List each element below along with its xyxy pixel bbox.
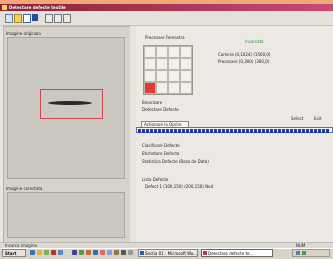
quicklaunch-icon[interactable] [37, 250, 42, 255]
grid-cell[interactable] [156, 70, 168, 82]
defect-statistics-option[interactable]: Statistica Defecte (Baza de Date) [142, 159, 209, 164]
grid-cell[interactable] [144, 46, 156, 58]
quicklaunch-icon[interactable] [128, 250, 133, 255]
grid-cell[interactable] [156, 82, 168, 94]
original-image-label: Imagine originala [6, 31, 41, 36]
app-icon [2, 5, 7, 10]
defect-mark [48, 101, 92, 105]
toolbar [0, 11, 333, 26]
copy-icon[interactable] [54, 14, 62, 23]
window-titlebar: Detectare defecte textile [0, 4, 333, 11]
detector-icon [203, 251, 207, 255]
quicklaunch-icon[interactable] [114, 250, 119, 255]
save-icon[interactable] [32, 14, 38, 21]
grid-cell[interactable] [156, 46, 168, 58]
grid-cell[interactable] [180, 82, 192, 94]
quicklaunch-icon[interactable] [30, 250, 35, 255]
quicklaunch-icon[interactable] [86, 250, 91, 255]
camera-coordinates: Camera (0,1024) (1560,0) [218, 52, 271, 57]
grid-cell[interactable] [180, 58, 192, 70]
quicklaunch-icon[interactable] [107, 250, 112, 255]
label-defects-option[interactable]: Etichetare Defecte [142, 151, 179, 156]
quicklaunch-icon[interactable] [51, 250, 56, 255]
grid-cell[interactable] [144, 58, 156, 70]
grid-cell[interactable] [168, 58, 180, 70]
quicklaunch-icon[interactable] [44, 250, 49, 255]
grid-cell[interactable] [180, 70, 192, 82]
quicklaunch-icon[interactable] [58, 250, 63, 255]
quicklaunch-icon[interactable] [72, 250, 77, 255]
progress-bar [136, 127, 333, 133]
detect-defects-option[interactable]: Detectare Defecte [142, 107, 179, 112]
tray-icon[interactable] [296, 251, 300, 255]
defect-list-row[interactable]: Defect 1 (100,150) (200,150) Nod [145, 184, 213, 189]
defect-list-title: Lista Defecte [142, 177, 169, 182]
quicklaunch-icon[interactable] [93, 250, 98, 255]
desktop-screen: Detectare defecte textile Imagine origin… [0, 4, 333, 259]
tray-icon[interactable] [302, 251, 306, 255]
select-button[interactable]: Select [291, 116, 303, 121]
processing-coordinates: Procesare (0,300) (300,0) [218, 59, 270, 64]
quicklaunch-icon[interactable] [100, 250, 105, 255]
window-grid[interactable] [143, 45, 193, 95]
classify-defects-option[interactable]: Clasificare Defecte [142, 143, 180, 148]
processing-window-title: Procesare Fereastra [145, 35, 185, 40]
taskbar-detector[interactable]: Detectare defecte te... [201, 249, 273, 257]
corrected-image-label: Imagine corectata [6, 186, 43, 191]
taskbar-detector-label: Detectare defecte te... [208, 251, 254, 256]
start-button[interactable]: Start [2, 249, 26, 257]
word-icon [140, 251, 144, 255]
system-tray [292, 249, 330, 257]
new-file-icon[interactable] [5, 14, 13, 23]
print-icon[interactable] [63, 14, 71, 23]
taskbar-word[interactable]: Sectia 01 - Microsoft Wo... [138, 249, 198, 257]
binarize-option[interactable]: Binarizare [142, 100, 162, 105]
window-title: Detectare defecte textile [9, 5, 66, 10]
grid-cell[interactable] [168, 82, 180, 94]
zoom-icon[interactable] [23, 14, 31, 23]
grid-cell[interactable] [168, 46, 180, 58]
loaded-status: Incarcata [245, 39, 264, 44]
taskbar-word-label: Sectia 01 - Microsoft Wo... [145, 251, 198, 256]
corrected-image-view[interactable] [7, 192, 125, 238]
quicklaunch-icon[interactable] [79, 250, 84, 255]
grid-cell[interactable] [144, 70, 156, 82]
cut-icon[interactable] [45, 14, 53, 23]
grid-cell[interactable] [180, 46, 192, 58]
grid-cell-selected[interactable] [144, 82, 156, 94]
open-folder-icon[interactable] [14, 14, 22, 23]
grid-cell[interactable] [168, 70, 180, 82]
exit-button[interactable]: Exit [314, 116, 322, 121]
quicklaunch-icon[interactable] [65, 250, 70, 255]
grid-cell[interactable] [156, 58, 168, 70]
quicklaunch-icon[interactable] [121, 250, 126, 255]
